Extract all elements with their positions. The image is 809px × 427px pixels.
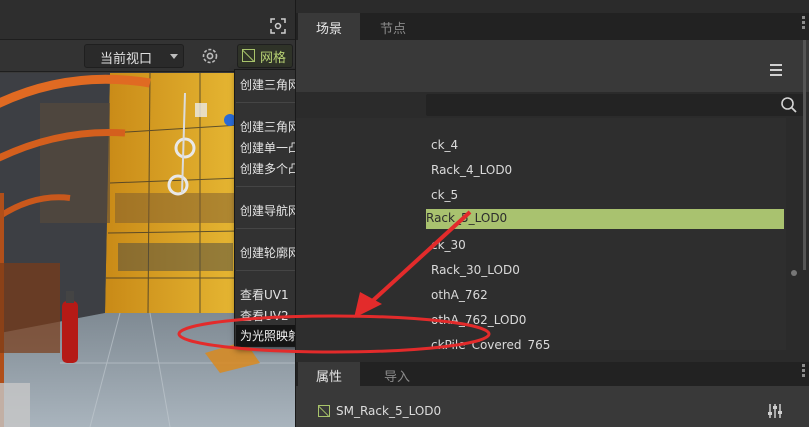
inspected-node-name: SM_Rack_5_LOD0 bbox=[336, 404, 442, 418]
more-options-icon[interactable] bbox=[802, 16, 805, 31]
tab-import[interactable]: 导入 bbox=[366, 362, 428, 386]
scroll-indicator[interactable] bbox=[791, 270, 797, 276]
scene-toolbar bbox=[296, 40, 809, 92]
tab-inspector[interactable]: 属性 bbox=[298, 362, 361, 386]
chevron-down-icon bbox=[170, 54, 178, 59]
tab-scene[interactable]: 场景 bbox=[298, 13, 361, 40]
mesh-instance-icon bbox=[318, 405, 330, 417]
scene-tree[interactable]: ck_4 Rack_4_LOD0 ck_5 Rack_5_LOD0 ck_30 … bbox=[296, 118, 786, 350]
tree-row[interactable]: Rack_30_LOD0 bbox=[431, 261, 786, 281]
tree-row[interactable]: ck_4 bbox=[431, 136, 786, 156]
focus-frame-icon[interactable] bbox=[270, 18, 286, 34]
tree-row[interactable]: ck_30 bbox=[431, 236, 786, 256]
viewport-select-label: 当前视口 bbox=[100, 52, 153, 67]
tree-row[interactable]: othA_762 bbox=[431, 286, 786, 306]
tree-row[interactable]: ck_5 bbox=[431, 186, 786, 206]
gear-icon[interactable] bbox=[200, 46, 220, 66]
tree-row[interactable]: othA_762_LOD0 bbox=[431, 311, 786, 331]
more-options-icon[interactable] bbox=[802, 364, 805, 379]
search-icon[interactable] bbox=[780, 96, 798, 114]
menu-item-view-uv2[interactable]: 查看UV2 bbox=[240, 307, 289, 324]
mesh-menu-label: 网格 bbox=[260, 51, 287, 66]
right-dock: 场景 节点 ck_4 Rack_4_LOD0 ck_5 Rack_5_LOD0 … bbox=[295, 0, 809, 427]
tree-row[interactable]: Rack_4_LOD0 bbox=[431, 161, 786, 181]
mesh-icon bbox=[242, 49, 255, 62]
scene-tab-bar: 场景 节点 bbox=[296, 13, 809, 40]
inspector-tab-bar: 属性 导入 bbox=[296, 362, 809, 386]
scene-filter-input[interactable] bbox=[426, 94, 804, 116]
menu-icon[interactable] bbox=[770, 64, 782, 79]
tab-node[interactable]: 节点 bbox=[362, 13, 424, 40]
scrollbar[interactable] bbox=[803, 40, 806, 270]
menu-item-view-uv1[interactable]: 查看UV1 bbox=[240, 286, 289, 303]
tree-row-selected[interactable]: Rack_5_LOD0 bbox=[426, 209, 784, 229]
viewport-top-bar bbox=[0, 0, 295, 40]
tree-row[interactable]: ckPile_Covered_765 bbox=[431, 336, 786, 350]
sliders-icon[interactable] bbox=[766, 402, 784, 420]
